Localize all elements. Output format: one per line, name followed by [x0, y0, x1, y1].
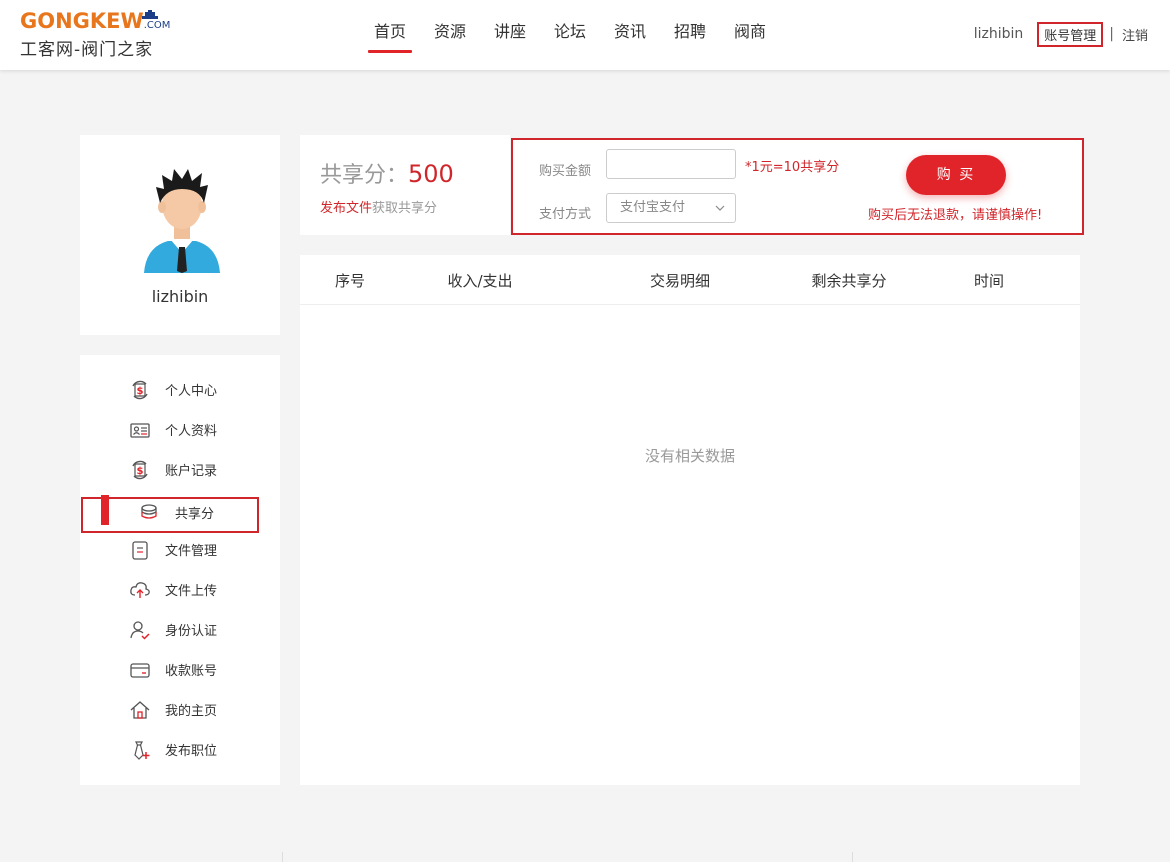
empty-state-text: 没有相关数据: [644, 447, 735, 465]
active-indicator: [101, 495, 109, 525]
sidebar-item-label: 共享分: [175, 507, 215, 522]
points-value: 500: [408, 160, 454, 188]
sidebar-item-file-management[interactable]: 文件管理: [80, 531, 280, 567]
logo-brand-b: .COM: [143, 20, 171, 31]
avatar: [144, 169, 220, 273]
dollar-cycle-icon: $: [132, 380, 148, 400]
payment-method-value: 支付宝支付: [620, 200, 686, 215]
nav-home[interactable]: 首页: [360, 0, 420, 70]
sidebar-item-account-records[interactable]: $ 账户记录: [80, 451, 280, 487]
sidebar-item-label: 身份认证: [165, 624, 218, 639]
sidebar-item-label: 文件管理: [165, 544, 218, 559]
sidebar-item-profile[interactable]: 个人资料: [80, 411, 280, 447]
sidebar-item-file-upload[interactable]: 文件上传: [80, 571, 280, 607]
dollar-cycle-icon: $: [132, 460, 148, 480]
logo-hat-icon: [142, 10, 158, 19]
nav-news[interactable]: 资讯: [600, 0, 660, 70]
main-nav: 首页 资源 讲座 论坛 资讯 招聘 阀商: [360, 0, 780, 70]
buy-button[interactable]: 购 买: [906, 155, 1006, 195]
column-header-details: 交易明细: [649, 272, 711, 290]
payment-method-select[interactable]: 支付宝支付: [606, 193, 736, 223]
transactions-table: 序号 收入/支出 交易明细 剩余共享分 时间 没有相关数据: [300, 255, 1080, 785]
column-header-remaining-points: 剩余共享分: [811, 272, 887, 290]
credit-card-icon: [130, 663, 150, 678]
top-header: GONGKEW.COM 工客网-阀门之家 首页 资源 讲座 论坛 资讯 招聘 阀…: [0, 0, 1170, 70]
profile-card: lizhibin: [80, 135, 280, 335]
sidebar-item-post-job[interactable]: 发布职位: [80, 731, 280, 767]
sidebar-item-share-points[interactable]: 共享分: [81, 495, 259, 533]
sidebar-item-label: 个人中心: [165, 384, 218, 399]
cloud-upload-icon: [130, 582, 150, 598]
home-icon: [130, 701, 150, 719]
share-points-summary: 共享分：500 发布文件获取共享分: [300, 135, 510, 235]
footer-divider: [852, 852, 853, 862]
tie-plus-icon: [134, 741, 150, 760]
column-header-index: 序号: [334, 272, 366, 290]
sidebar-item-label: 发布职位: [165, 744, 218, 759]
svg-text:$: $: [137, 386, 144, 397]
exchange-rate-note: *1元=10共享分: [745, 160, 840, 175]
table-header: 序号 收入/支出 交易明细 剩余共享分 时间: [300, 255, 1080, 305]
header-separator: |: [1109, 26, 1114, 42]
amount-label: 购买金额: [539, 164, 592, 179]
header-username[interactable]: lizhibin: [974, 26, 1024, 42]
sidebar-item-personal-center[interactable]: $ 个人中心: [80, 371, 280, 407]
payment-method-label: 支付方式: [539, 207, 592, 222]
logo-subtitle: 工客网-阀门之家: [20, 40, 154, 60]
footer-divider: [282, 852, 283, 862]
user-area: lizhibin 账号管理 | 注销: [974, 21, 1148, 47]
id-card-icon: [130, 423, 150, 438]
sidebar-item-label: 收款账号: [165, 664, 218, 679]
chevron-down-icon: [715, 205, 725, 211]
site-logo[interactable]: GONGKEW.COM 工客网-阀门之家: [20, 8, 170, 60]
nav-forum[interactable]: 论坛: [540, 0, 600, 70]
svg-text:$: $: [137, 466, 144, 477]
buy-points-panel: 购买金额 *1元=10共享分 支付方式 支付宝支付 购 买 购买后无法退款，请谨…: [511, 138, 1084, 235]
column-header-income-expense: 收入/支出: [447, 272, 513, 290]
profile-username: lizhibin: [151, 287, 209, 306]
sidebar-item-my-homepage[interactable]: 我的主页: [80, 691, 280, 727]
column-header-time: 时间: [973, 272, 1005, 290]
sidebar-item-label: 账户记录: [165, 464, 218, 479]
publish-file-link[interactable]: 发布文件: [320, 201, 372, 216]
points-hint-text: 获取共享分: [372, 201, 438, 216]
clipboard-icon: [132, 541, 148, 560]
points-label: 共享分：: [320, 163, 409, 188]
nav-resources[interactable]: 资源: [420, 0, 480, 70]
user-check-icon: [130, 621, 150, 640]
sidebar-item-payment-account[interactable]: 收款账号: [80, 651, 280, 687]
logo-brand-a: GONGKEW: [20, 9, 144, 33]
sidebar-menu: $ 个人中心 个人资料 $ 账户记录 共享分 文件管理 文件上传 身份认证 收款…: [80, 355, 280, 785]
nav-lectures[interactable]: 讲座: [480, 0, 540, 70]
sidebar-item-label: 我的主页: [165, 704, 218, 719]
account-manage-link[interactable]: 账号管理: [1037, 21, 1104, 47]
nav-jobs[interactable]: 招聘: [660, 0, 720, 70]
nav-valve-merchants[interactable]: 阀商: [720, 0, 780, 70]
coin-stack-icon: [141, 504, 157, 519]
refund-warning: 购买后无法退款，请谨慎操作!: [868, 208, 1043, 223]
sidebar-item-label: 个人资料: [165, 424, 218, 439]
logout-link[interactable]: 注销: [1122, 25, 1148, 44]
amount-input[interactable]: [606, 149, 736, 179]
sidebar-item-identity-verification[interactable]: 身份认证: [80, 611, 280, 647]
sidebar-item-label: 文件上传: [165, 584, 218, 599]
